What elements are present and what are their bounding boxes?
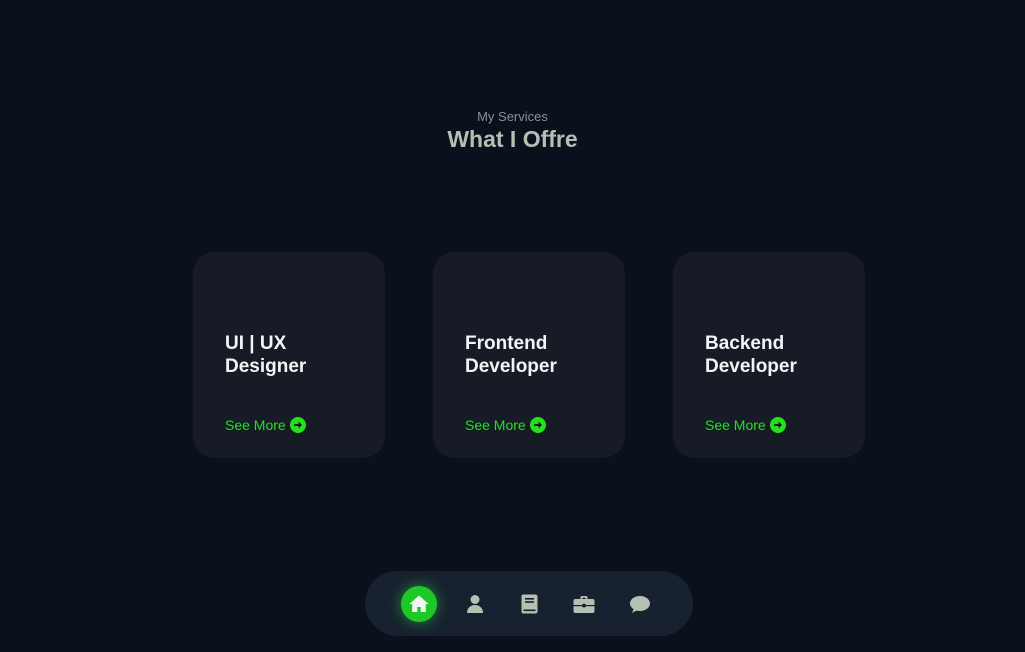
section-subtitle: My Services	[477, 109, 548, 124]
chat-icon	[630, 595, 650, 613]
see-more-link[interactable]: See More	[705, 417, 786, 433]
nav-resume-button[interactable]	[511, 586, 547, 622]
nav-home-button[interactable]	[401, 586, 437, 622]
service-card-title: Backend Developer	[705, 333, 797, 377]
see-more-label: See More	[705, 417, 766, 433]
service-card-ui-ux: UI | UX Designer See More	[193, 252, 385, 458]
section-title: What I Offre	[447, 126, 578, 152]
bottom-nav	[365, 571, 693, 636]
see-more-link[interactable]: See More	[465, 417, 546, 433]
service-card-title: UI | UX Designer	[225, 333, 307, 377]
services-list: UI | UX Designer See More Frontend Devel…	[193, 252, 865, 458]
nav-contact-button[interactable]	[622, 586, 658, 622]
briefcase-icon	[573, 595, 595, 613]
nav-about-button[interactable]	[457, 586, 493, 622]
see-more-link[interactable]: See More	[225, 417, 306, 433]
see-more-label: See More	[225, 417, 286, 433]
service-card-title: Frontend Developer	[465, 333, 557, 377]
service-card-backend: Backend Developer See More	[673, 252, 865, 458]
see-more-label: See More	[465, 417, 526, 433]
nav-portfolio-button[interactable]	[566, 586, 602, 622]
user-icon	[467, 595, 483, 613]
home-icon	[409, 595, 429, 612]
service-card-frontend: Frontend Developer See More	[433, 252, 625, 458]
section-header: My Services What I Offre	[0, 109, 1025, 153]
arrow-circle-right-icon	[289, 417, 306, 433]
arrow-circle-right-icon	[529, 417, 546, 433]
arrow-circle-right-icon	[769, 417, 786, 433]
book-icon	[521, 594, 537, 614]
